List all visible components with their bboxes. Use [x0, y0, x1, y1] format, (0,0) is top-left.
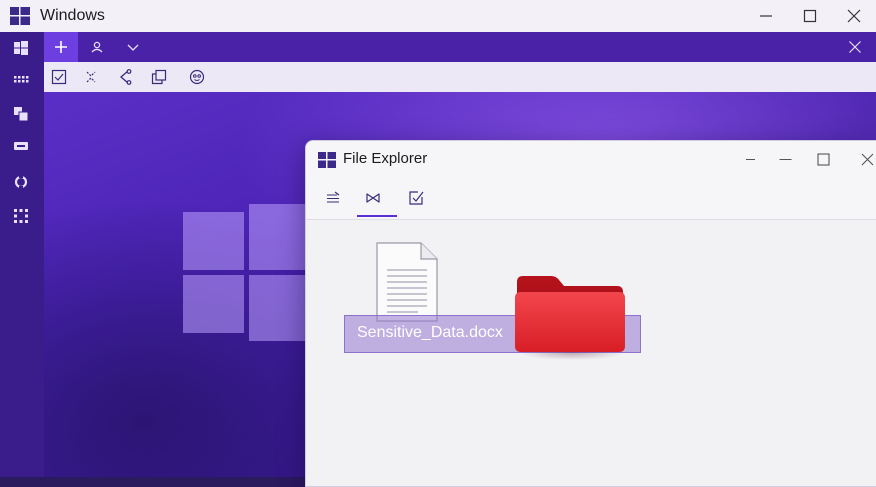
duplicate-button[interactable]	[148, 66, 170, 88]
minimize-icon	[760, 15, 772, 17]
window-title: Windows	[40, 7, 105, 24]
maximize-icon	[803, 9, 817, 23]
minimize-icon	[745, 158, 755, 160]
windows-logo-icon	[318, 152, 336, 168]
close-button[interactable]	[832, 0, 876, 32]
tab-dropdown[interactable]	[118, 32, 148, 62]
document-icon[interactable]	[376, 242, 438, 322]
select-button[interactable]	[48, 66, 70, 88]
move-icon	[55, 41, 67, 53]
share-button[interactable]	[114, 66, 136, 88]
sidebar-item-windows[interactable]	[11, 38, 31, 58]
explorer-close-button[interactable]	[850, 143, 876, 175]
explorer-list-button[interactable]	[322, 187, 344, 209]
explorer-maximize-button[interactable]	[806, 143, 840, 175]
tab-user[interactable]	[82, 32, 112, 62]
maximize-icon	[816, 152, 830, 166]
tab-move[interactable]	[44, 32, 78, 62]
explorer-minimize-small-button[interactable]	[733, 143, 767, 175]
copy-icon	[14, 107, 29, 122]
sidebar-item-keyboard[interactable]	[11, 136, 31, 156]
windows-logo-icon	[10, 7, 30, 25]
close-icon	[861, 153, 873, 165]
bowtie-icon	[366, 193, 380, 203]
checkbox-icon	[51, 69, 67, 85]
sidebar	[0, 32, 44, 477]
sidebar-item-apps[interactable]	[11, 68, 31, 88]
explorer-title-bar: File Explorer	[306, 141, 876, 177]
close-icon	[847, 9, 861, 23]
title-bar: Windows	[0, 0, 876, 32]
explorer-merge-button[interactable]	[362, 187, 384, 209]
explorer-minimize-button[interactable]	[768, 143, 802, 175]
file-explorer-window: File Explorer Sensitive_Data.docx	[305, 140, 876, 487]
share-icon	[120, 69, 132, 85]
tab-close-button[interactable]	[840, 32, 870, 62]
keyboard-icon	[14, 142, 28, 150]
file-name-label[interactable]: Sensitive_Data.docx	[357, 324, 503, 342]
windows-icon	[14, 41, 28, 55]
minimize-button[interactable]	[744, 0, 788, 32]
toolbar	[44, 62, 876, 93]
emoji-icon	[189, 69, 205, 85]
user-icon	[91, 41, 103, 53]
dashed-arrows-icon	[86, 71, 96, 83]
explorer-edit-button[interactable]	[405, 187, 427, 209]
sidebar-item-sync[interactable]	[11, 172, 31, 192]
apps-grid-icon	[14, 76, 29, 83]
list-icon	[327, 191, 340, 203]
edit-checkbox-icon	[409, 191, 424, 205]
folder-icon[interactable]	[513, 272, 627, 354]
explorer-toolbar	[306, 177, 876, 220]
emoji-button[interactable]	[186, 66, 208, 88]
distribute-button[interactable]	[80, 66, 102, 88]
dots-grid-icon	[14, 209, 28, 223]
explorer-title: File Explorer	[343, 150, 428, 167]
close-icon	[849, 41, 861, 53]
sync-icon	[14, 175, 28, 189]
maximize-button[interactable]	[788, 0, 832, 32]
explorer-content: Sensitive_Data.docx	[306, 220, 876, 486]
active-tool-indicator	[357, 215, 397, 217]
duplicate-icon	[151, 69, 167, 85]
chevron-down-icon	[127, 44, 139, 51]
tab-bar	[44, 32, 876, 62]
sidebar-item-grid[interactable]	[11, 206, 31, 226]
sidebar-item-copy[interactable]	[11, 104, 31, 124]
minimize-icon	[779, 158, 791, 160]
